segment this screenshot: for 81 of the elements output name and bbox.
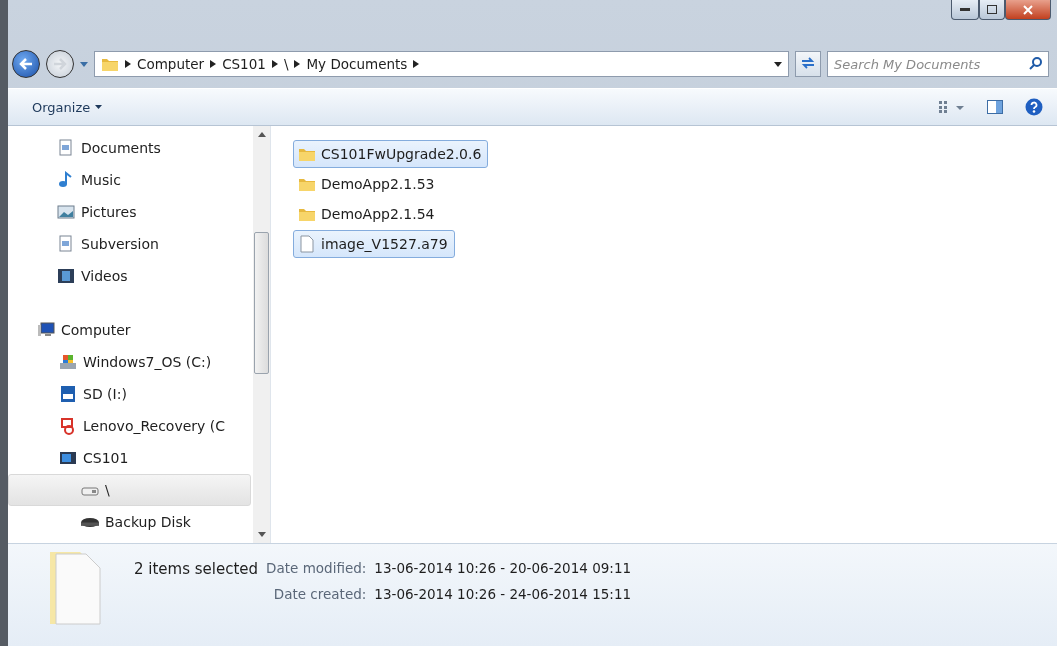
dropdown-caret-icon[interactable] xyxy=(774,61,782,67)
detail-label: Date modified: xyxy=(266,560,367,578)
file-name: CS101FwUpgrade2.0.6 xyxy=(321,146,482,162)
breadcrumb-arrow-icon[interactable] xyxy=(125,60,131,68)
picture-icon xyxy=(57,203,75,221)
minimize-icon xyxy=(960,7,970,12)
maximize-icon xyxy=(987,5,997,14)
nav-item[interactable]: Computer xyxy=(8,314,251,346)
nav-item-label: Windows7_OS (C:) xyxy=(83,354,212,370)
file-item[interactable]: DemoApp2.1.53 xyxy=(293,170,442,198)
nav-item[interactable]: Music xyxy=(8,164,251,196)
nav-item-label: Backup Disk xyxy=(105,514,191,530)
nav-item[interactable]: Windows7_OS (C:) xyxy=(8,346,251,378)
maximize-button[interactable] xyxy=(979,0,1005,20)
organize-menu-button[interactable]: Organize xyxy=(28,95,107,119)
view-options-icon[interactable] xyxy=(939,101,965,113)
nav-item-label: Subversion xyxy=(81,236,159,252)
nav-item[interactable]: Subversion xyxy=(8,228,251,260)
close-icon xyxy=(1023,4,1033,15)
back-button[interactable] xyxy=(12,50,40,78)
help-icon[interactable] xyxy=(1025,98,1043,116)
search-icon[interactable] xyxy=(1029,57,1042,70)
forward-button[interactable] xyxy=(46,50,74,78)
nav-item-label: Music xyxy=(81,172,121,188)
nav-item[interactable]: \ xyxy=(8,474,251,506)
breadcrumb[interactable]: CS101 xyxy=(222,56,266,72)
refresh-arrows-icon xyxy=(801,56,815,69)
nav-item[interactable]: Documents xyxy=(8,132,251,164)
file-name: DemoApp2.1.53 xyxy=(321,176,435,192)
nav-item[interactable]: CS101 xyxy=(8,442,251,474)
nav-item-label: Lenovo_Recovery (C xyxy=(83,418,226,434)
caret-icon xyxy=(95,105,103,109)
scrollbar[interactable] xyxy=(253,126,270,543)
file-item[interactable]: DemoApp2.1.54 xyxy=(293,200,442,228)
address-bar[interactable]: Computer CS101 \ My Documents xyxy=(94,51,789,77)
nav-item[interactable]: Lenovo_Recovery (C xyxy=(8,410,251,442)
close-button[interactable] xyxy=(1005,0,1051,20)
breadcrumb-arrow-icon[interactable] xyxy=(210,60,217,68)
disk-icon xyxy=(81,517,99,527)
scroll-down-icon[interactable] xyxy=(257,532,266,537)
breadcrumb-arrow-icon[interactable] xyxy=(271,60,278,68)
file-item[interactable]: CS101FwUpgrade2.0.6 xyxy=(293,140,489,168)
back-arrow-icon xyxy=(19,58,33,70)
nav-item[interactable]: Backup Disk xyxy=(8,506,251,538)
nav-item-label: CS101 xyxy=(83,450,129,466)
nav-item-label: Pictures xyxy=(81,204,137,220)
minimize-button[interactable] xyxy=(951,0,979,20)
nav-item[interactable]: Pictures xyxy=(8,196,251,228)
nav-item-label: Videos xyxy=(81,268,128,284)
refresh-button[interactable] xyxy=(795,51,821,77)
breadcrumb[interactable]: My Documents xyxy=(306,56,408,72)
detail-label: Date created: xyxy=(272,586,367,602)
document-icon xyxy=(57,235,75,253)
breadcrumb[interactable]: \ xyxy=(283,56,289,72)
nav-item[interactable]: SD (I:) xyxy=(8,378,251,410)
forward-arrow-icon xyxy=(53,58,67,70)
breadcrumb-arrow-icon[interactable] xyxy=(413,60,420,68)
detail-value: 13-06-2014 10:26 - 24-06-2014 15:11 xyxy=(374,586,632,602)
device-icon xyxy=(59,449,77,467)
nav-item-label: SD (I:) xyxy=(83,386,127,402)
drive-icon xyxy=(59,353,77,371)
selection-summary: 2 items selected xyxy=(134,560,259,578)
file-name: image_V1527.a79 xyxy=(321,236,448,252)
breadcrumb[interactable]: Computer xyxy=(137,56,205,72)
nav-item-label: Documents xyxy=(81,140,161,156)
nav-item[interactable]: Videos xyxy=(8,260,251,292)
scrollbar-thumb[interactable] xyxy=(254,232,269,374)
film-icon xyxy=(57,267,75,285)
file-name: DemoApp2.1.54 xyxy=(321,206,435,222)
sd-card-icon xyxy=(59,385,77,403)
document-icon xyxy=(57,139,75,157)
nav-item-label: \ xyxy=(105,482,110,498)
scroll-up-icon[interactable] xyxy=(257,132,266,137)
nav-item-label: Computer xyxy=(61,322,131,338)
computer-icon xyxy=(37,321,55,339)
file-icon xyxy=(298,235,316,253)
file-item[interactable]: image_V1527.a79 xyxy=(293,230,455,258)
preview-pane-icon[interactable] xyxy=(987,100,1003,114)
search-field[interactable]: Search My Documents xyxy=(827,51,1049,77)
breadcrumb-arrow-icon[interactable] xyxy=(294,60,301,68)
detail-value: 13-06-2014 10:26 - 20-06-2014 09:11 xyxy=(374,560,632,578)
